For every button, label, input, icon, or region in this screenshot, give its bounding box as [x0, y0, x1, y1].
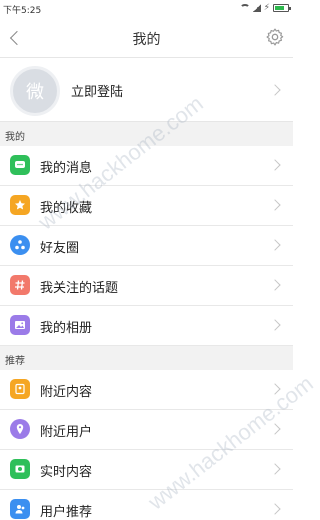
page-title: 我的	[132, 32, 161, 48]
menu-item-label: 附近内容	[40, 385, 93, 400]
signal-icon	[252, 4, 261, 12]
login-label: 立即登陆	[71, 85, 124, 100]
menu-item-followed-topics[interactable]: 我关注的话题	[0, 266, 293, 306]
menu-item-nearby-content[interactable]: 附近内容	[0, 370, 293, 410]
status-time: 下午5:25	[3, 6, 42, 16]
menu-item-label: 附近用户	[40, 425, 93, 440]
section-header-mine: 我的	[0, 122, 293, 146]
menu-item-label: 我的收藏	[40, 201, 93, 216]
chevron-right-icon	[269, 199, 281, 211]
menu-item-user-recommend[interactable]: 用户推荐	[0, 490, 293, 520]
profile-row[interactable]: 微 立即登陆	[0, 58, 293, 122]
nearby-content-icon	[10, 379, 30, 399]
menu-item-messages[interactable]: 我的消息	[0, 146, 293, 186]
menu-item-label: 我的相册	[40, 321, 93, 336]
chevron-right-icon	[269, 279, 281, 291]
friends-circle-icon	[10, 235, 30, 255]
status-icons: ⚡	[239, 3, 291, 13]
menu-item-label: 好友圈	[40, 241, 80, 256]
menu-item-label: 我的消息	[40, 161, 93, 176]
status-bar: 下午5:25 ⚡	[0, 0, 293, 18]
chevron-right-icon	[269, 503, 281, 515]
user-recommend-icon	[10, 499, 30, 519]
star-icon	[10, 195, 30, 215]
charging-icon: ⚡	[263, 3, 270, 13]
photo-album-icon	[10, 315, 30, 335]
battery-icon	[273, 4, 291, 12]
chevron-right-icon	[269, 383, 281, 395]
avatar-logo: 微	[26, 82, 44, 103]
avatar[interactable]: 微	[10, 66, 60, 116]
chevron-right-icon	[269, 463, 281, 475]
menu-item-label: 我关注的话题	[40, 281, 119, 296]
location-pin-icon	[10, 419, 30, 439]
realtime-content-icon	[10, 459, 30, 479]
menu-item-favorites[interactable]: 我的收藏	[0, 186, 293, 226]
menu-item-photo-album[interactable]: 我的相册	[0, 306, 293, 346]
wifi-icon	[239, 4, 250, 12]
chevron-right-icon	[269, 84, 281, 96]
chevron-right-icon	[269, 423, 281, 435]
menu-item-nearby-users[interactable]: 附近用户	[0, 410, 293, 450]
message-icon	[10, 155, 30, 175]
chevron-right-icon	[269, 239, 281, 251]
menu-item-label: 实时内容	[40, 465, 93, 480]
chevron-right-icon	[269, 159, 281, 171]
gear-icon[interactable]	[265, 27, 285, 47]
section-header-recommend: 推荐	[0, 346, 293, 370]
nav-bar: 我的	[0, 18, 293, 58]
menu-item-friends-circle[interactable]: 好友圈	[0, 226, 293, 266]
chevron-right-icon	[269, 319, 281, 331]
menu-item-label: 用户推荐	[40, 505, 93, 520]
menu-item-realtime-content[interactable]: 实时内容	[0, 450, 293, 490]
hashtag-icon	[10, 275, 30, 295]
